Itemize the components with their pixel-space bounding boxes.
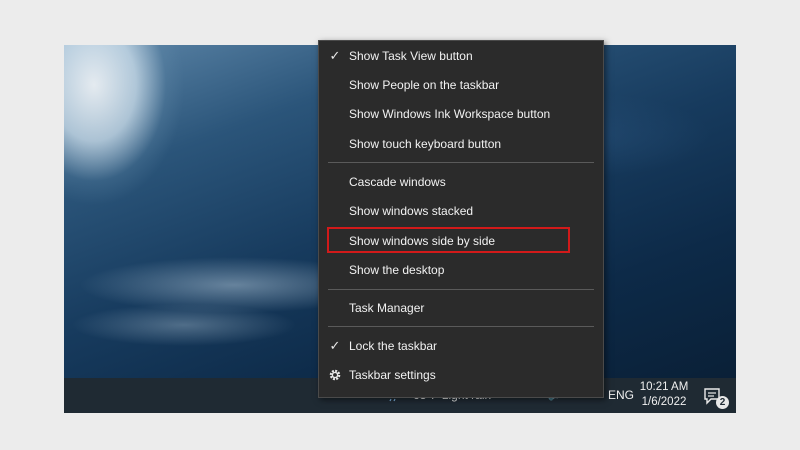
menu-item-label: Show the desktop bbox=[349, 263, 445, 277]
menu-separator bbox=[328, 326, 594, 327]
menu-item-show-people[interactable]: Show People on the taskbar bbox=[319, 70, 603, 100]
language-indicator[interactable]: ENG bbox=[608, 388, 634, 402]
checkmark-icon: ✓ bbox=[329, 338, 341, 353]
menu-separator bbox=[328, 289, 594, 290]
menu-item-label: Show windows stacked bbox=[349, 204, 474, 218]
clock-date: 1/6/2022 bbox=[641, 396, 687, 408]
menu-item-label: Taskbar settings bbox=[349, 368, 436, 382]
menu-item-show-ink-workspace[interactable]: Show Windows Ink Workspace button bbox=[319, 99, 603, 129]
menu-item-lock-taskbar[interactable]: ✓ Lock the taskbar bbox=[319, 331, 603, 361]
menu-item-show-task-view-button[interactable]: ✓ Show Task View button bbox=[319, 41, 603, 71]
menu-item-show-touch-keyboard[interactable]: Show touch keyboard button bbox=[319, 129, 603, 159]
menu-item-label: Show Task View button bbox=[349, 49, 473, 63]
menu-item-task-manager[interactable]: Task Manager bbox=[319, 293, 603, 323]
highlight-annotation-box bbox=[327, 227, 570, 253]
menu-item-cascade-windows[interactable]: Cascade windows bbox=[319, 167, 603, 197]
notification-count-badge: 2 bbox=[716, 396, 729, 409]
taskbar-clock[interactable]: 10:21 AM 1/6/2022 bbox=[638, 380, 690, 410]
menu-item-label: Lock the taskbar bbox=[349, 339, 438, 353]
menu-item-label: Task Manager bbox=[349, 301, 425, 315]
menu-item-label: Show People on the taskbar bbox=[349, 78, 500, 92]
menu-item-label: Show Windows Ink Workspace button bbox=[349, 107, 551, 121]
menu-item-show-windows-stacked[interactable]: Show windows stacked bbox=[319, 196, 603, 226]
menu-separator bbox=[328, 162, 594, 163]
gear-icon bbox=[329, 369, 341, 381]
menu-item-label: Cascade windows bbox=[349, 175, 446, 189]
menu-item-taskbar-settings[interactable]: Taskbar settings bbox=[319, 360, 603, 390]
checkmark-icon: ✓ bbox=[329, 48, 341, 63]
menu-item-show-desktop[interactable]: Show the desktop bbox=[319, 255, 603, 285]
menu-item-label: Show touch keyboard button bbox=[349, 137, 502, 151]
clock-time: 10:21 AM bbox=[639, 381, 689, 393]
taskbar-context-menu: ✓ Show Task View button Show People on t… bbox=[318, 40, 604, 398]
